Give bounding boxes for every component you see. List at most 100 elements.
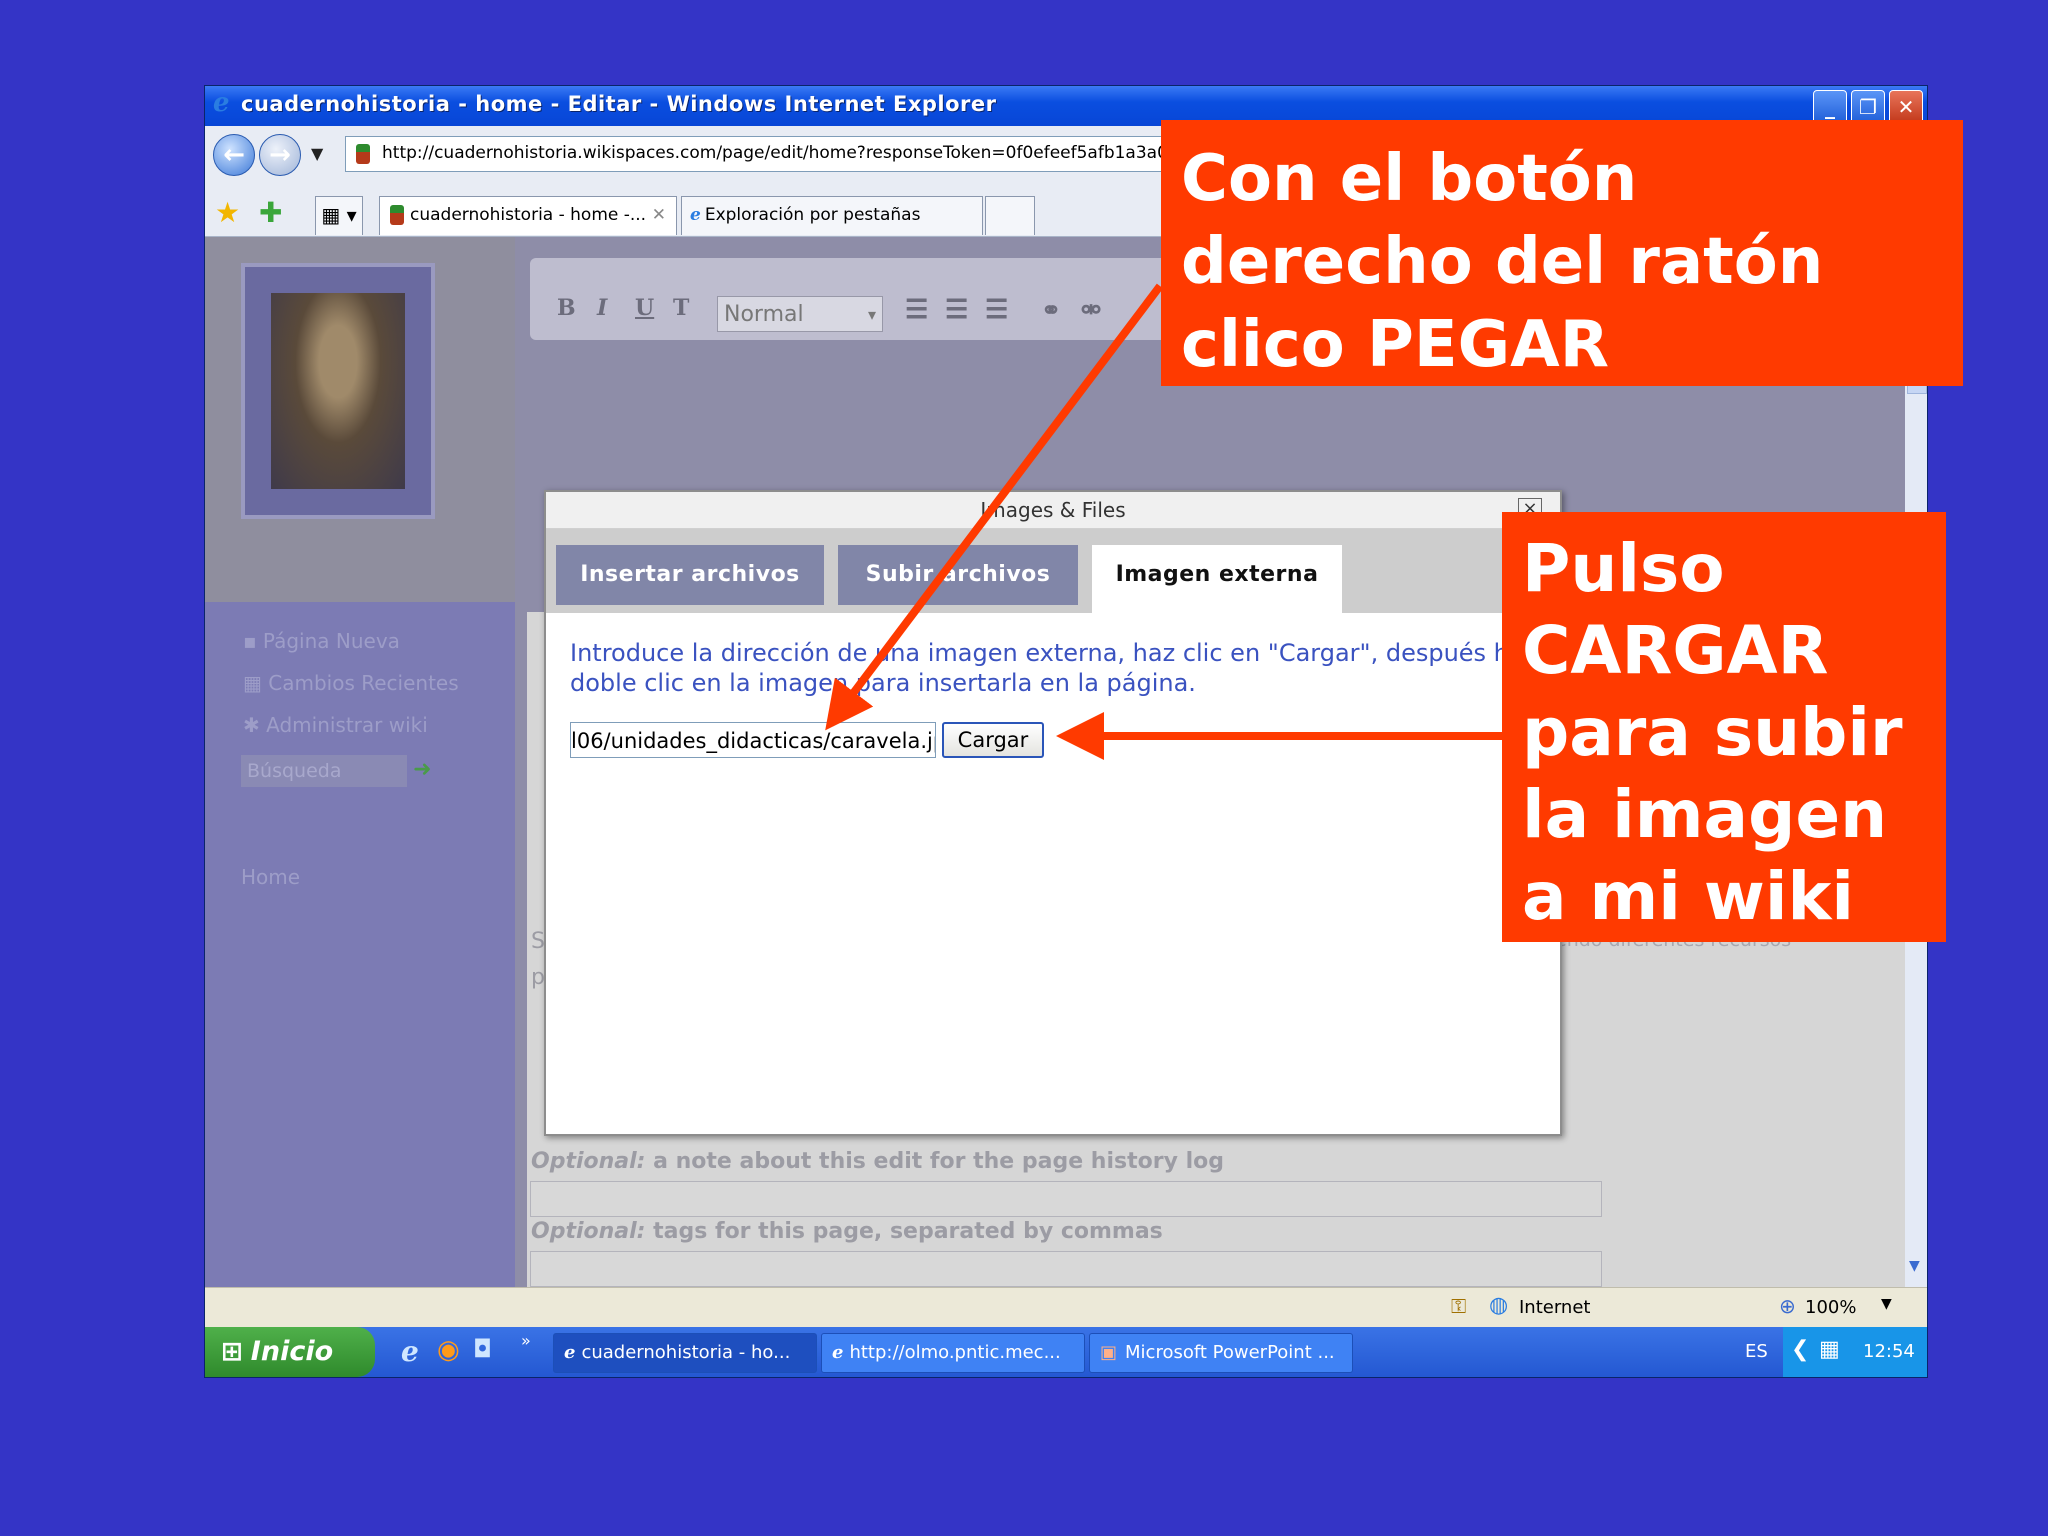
- back-button[interactable]: ←: [213, 134, 255, 176]
- ie-logo-icon: e: [690, 205, 701, 225]
- start-label: Inicio: [250, 1336, 334, 1367]
- window-title: cuadernohistoria - home - Editar - Windo…: [241, 92, 997, 116]
- system-tray: ❮ ▦ 12:54: [1783, 1327, 1927, 1377]
- sidebar-item-label: Cambios Recientes: [268, 671, 459, 695]
- callout-line: clico PEGAR: [1181, 308, 1609, 382]
- history-dropdown-icon[interactable]: ▼: [311, 144, 323, 163]
- paste-instruction-callout: Con el botón derecho del ratón clico PEG…: [1161, 120, 1963, 386]
- site-favicon-icon: [356, 144, 370, 164]
- wiki-sidebar: ▪ Página Nueva ▦ Cambios Recientes ✱ Adm…: [205, 237, 515, 1287]
- globe-icon: ◍: [1489, 1293, 1509, 1318]
- sidebar-search-input[interactable]: Búsqueda: [241, 755, 407, 787]
- powerpoint-icon: ▣: [1100, 1342, 1118, 1363]
- security-zone: Internet: [1519, 1297, 1591, 1318]
- horizontal-rule-icon[interactable]: ☰: [985, 295, 1008, 325]
- ie-logo-icon: e: [832, 1342, 844, 1363]
- new-tab-button[interactable]: [985, 196, 1035, 235]
- tags-label: Optional: tags for this page, separated …: [531, 1219, 1163, 1244]
- task-label: http://olmo.pntic.mec...: [849, 1342, 1061, 1363]
- numbered-list-icon[interactable]: ☰: [905, 295, 928, 325]
- scroll-down-icon[interactable]: ▼: [1909, 1258, 1920, 1274]
- dialog-tabs: Insertar archivos Subir archivos Imagen …: [546, 529, 1560, 613]
- clock[interactable]: 12:54: [1863, 1341, 1915, 1362]
- dialog-title: Images & Files: [546, 492, 1560, 529]
- minimize-button[interactable]: _: [1813, 90, 1847, 124]
- ie-logo-icon: e: [213, 88, 230, 118]
- chevron-down-icon: ▾: [867, 305, 876, 324]
- load-instruction-callout: Pulso CARGAR para subir la imagen a mi w…: [1502, 512, 1946, 942]
- add-favorites-icon[interactable]: ✚: [259, 196, 282, 229]
- firefox-quicklaunch-icon[interactable]: ◉: [437, 1335, 460, 1365]
- windows-taskbar: ⊞ Inicio e ◉ ◘ » e cuadernohistoria - ho..…: [205, 1327, 1927, 1377]
- close-button[interactable]: ✕: [1889, 90, 1923, 124]
- tags-input[interactable]: [530, 1251, 1602, 1287]
- tab-label: cuadernohistoria - home -...: [410, 205, 647, 225]
- italic-button[interactable]: I: [597, 295, 607, 321]
- bold-button[interactable]: B: [557, 295, 576, 321]
- task-powerpoint[interactable]: ▣ Microsoft PowerPoint ...: [1089, 1333, 1353, 1373]
- page-text-fragment-s: S: [531, 929, 545, 954]
- tab-label: Exploración por pestañas: [704, 205, 921, 225]
- task-olmo[interactable]: e http://olmo.pntic.mec...: [821, 1333, 1085, 1373]
- tab-insertar-archivos[interactable]: Insertar archivos: [556, 545, 824, 605]
- task-label: Microsoft PowerPoint ...: [1125, 1342, 1335, 1363]
- style-select-value: Normal: [724, 302, 804, 327]
- windows-flag-icon: ⊞: [221, 1337, 243, 1367]
- callout-line: a mi wiki: [1522, 858, 1854, 935]
- edit-note-label: Optional: a note about this edit for the…: [531, 1149, 1224, 1174]
- tab-subir-archivos[interactable]: Subir archivos: [838, 545, 1078, 605]
- cargar-button[interactable]: Cargar: [942, 722, 1044, 758]
- sidebar-item-administrar[interactable]: ✱ Administrar wiki: [243, 713, 428, 737]
- ie-logo-icon: e: [564, 1342, 576, 1363]
- callout-line: Pulso: [1522, 530, 1725, 607]
- tab-imagen-externa[interactable]: Imagen externa: [1092, 545, 1342, 613]
- callout-line: para subir: [1522, 694, 1903, 771]
- tray-expand-icon[interactable]: ❮: [1791, 1337, 1809, 1362]
- callout-line: derecho del ratón: [1181, 225, 1824, 299]
- unlink-icon[interactable]: ⚮: [1081, 295, 1101, 324]
- edit-note-input[interactable]: [530, 1181, 1602, 1217]
- ie-quicklaunch-icon[interactable]: e: [401, 1335, 419, 1368]
- dialog-instructions: Introduce la dirección de una imagen ext…: [570, 639, 1537, 697]
- tab-favicon-icon: [390, 205, 404, 225]
- zoom-level[interactable]: 100%: [1805, 1297, 1856, 1318]
- sidebar-item-label: Página Nueva: [262, 629, 400, 653]
- task-label: cuadernohistoria - ho...: [581, 1342, 791, 1363]
- sidebar-item-cambios-recientes[interactable]: ▦ Cambios Recientes: [243, 671, 459, 695]
- callout-line: CARGAR: [1522, 612, 1829, 689]
- paragraph-style-select[interactable]: Normal ▾: [717, 296, 883, 332]
- wiki-logo-image: [241, 263, 435, 519]
- tab-cuadernohistoria[interactable]: cuadernohistoria - home -... ✕: [379, 196, 677, 235]
- search-go-icon[interactable]: ➜: [413, 757, 431, 782]
- images-files-dialog: Images & Files × Insertar archivos Subir…: [544, 490, 1562, 1136]
- forward-button[interactable]: →: [259, 134, 301, 176]
- favorites-star-icon[interactable]: ★: [215, 196, 240, 229]
- sidebar-item-pagina-nueva[interactable]: ▪ Página Nueva: [243, 629, 400, 653]
- language-indicator[interactable]: ES: [1745, 1341, 1768, 1362]
- start-button[interactable]: ⊞ Inicio: [205, 1327, 375, 1377]
- callout-line: Con el botón: [1181, 142, 1638, 216]
- zoom-icon[interactable]: ⊕: [1779, 1294, 1796, 1318]
- network-icon[interactable]: ▦: [1819, 1337, 1840, 1362]
- clear-format-icon[interactable]: T: [673, 295, 689, 321]
- zoom-dropdown-icon[interactable]: ▼: [1881, 1296, 1892, 1312]
- sidebar-item-label: Administrar wiki: [266, 713, 428, 737]
- security-lock-icon: ⚿: [1451, 1294, 1467, 1318]
- tab-close-icon[interactable]: ✕: [652, 197, 666, 233]
- show-desktop-icon[interactable]: ◘: [473, 1335, 492, 1363]
- link-icon[interactable]: ⚭: [1041, 295, 1061, 324]
- status-bar: ⚿ ◍ Internet ⊕ 100% ▼: [205, 1287, 1927, 1328]
- quick-tabs-icon[interactable]: ▦ ▾: [315, 196, 363, 235]
- bulleted-list-icon[interactable]: ☰: [945, 295, 968, 325]
- sidebar-home-link[interactable]: Home: [241, 865, 300, 889]
- image-url-input[interactable]: l06/unidades_didacticas/caravela.jpg: [570, 722, 936, 758]
- callout-line: la imagen: [1522, 776, 1888, 853]
- underline-button[interactable]: U: [635, 295, 654, 321]
- page-text-fragment-p: p: [531, 965, 545, 990]
- address-url: http://cuadernohistoria.wikispaces.com/p…: [382, 143, 1190, 163]
- tab-exploracion[interactable]: e Exploración por pestañas: [681, 196, 983, 235]
- task-cuadernohistoria[interactable]: e cuadernohistoria - ho...: [553, 1333, 817, 1373]
- more-quicklaunch-icon[interactable]: »: [521, 1331, 531, 1350]
- maximize-button[interactable]: ❐: [1851, 90, 1885, 124]
- sidebar-header: [205, 237, 515, 602]
